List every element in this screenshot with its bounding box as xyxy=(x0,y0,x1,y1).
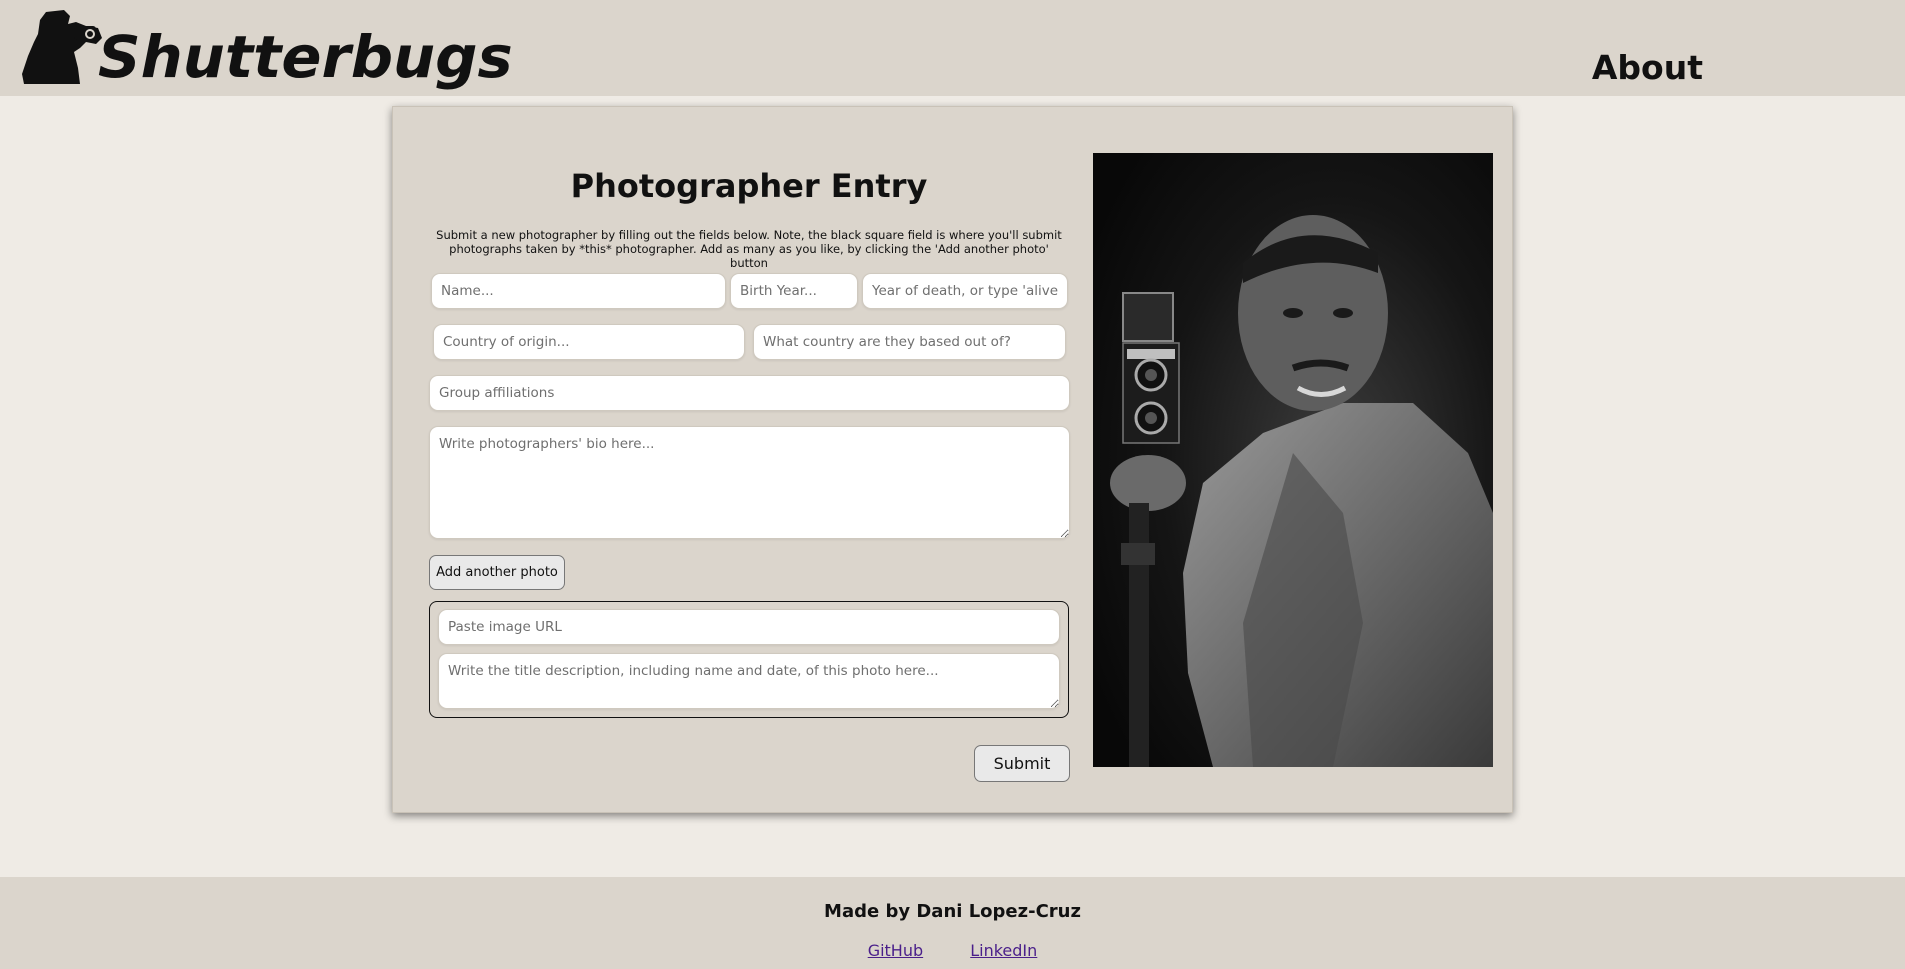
death-year-input[interactable] xyxy=(862,273,1068,309)
entry-form: Photographer Entry Submit a new photogra… xyxy=(429,107,1070,812)
footer-links: GitHub LinkedIn xyxy=(0,941,1905,960)
site-footer: Made by Dani Lopez-Cruz GitHub LinkedIn xyxy=(0,877,1905,969)
nav-about-link[interactable]: About xyxy=(1592,48,1703,87)
add-photo-button[interactable]: Add another photo xyxy=(429,555,565,590)
photographer-entry-card: Photographer Entry Submit a new photogra… xyxy=(392,106,1513,813)
name-input[interactable] xyxy=(431,273,726,309)
country-based-input[interactable] xyxy=(753,324,1066,360)
github-link[interactable]: GitHub xyxy=(868,941,923,960)
photo-entry-box xyxy=(429,601,1069,718)
submit-button[interactable]: Submit xyxy=(974,745,1070,782)
birth-year-input[interactable] xyxy=(730,273,858,309)
group-affiliations-input[interactable] xyxy=(429,375,1070,411)
bio-textarea[interactable] xyxy=(429,426,1070,539)
form-title: Photographer Entry xyxy=(570,167,928,205)
footer-credit: Made by Dani Lopez-Cruz xyxy=(824,901,1081,922)
form-instructions: Submit a new photographer by filling out… xyxy=(436,228,1062,270)
site-header: Shutterbugs About xyxy=(0,0,1905,96)
linkedin-link[interactable]: LinkedIn xyxy=(970,941,1037,960)
photo-description-textarea[interactable] xyxy=(438,653,1060,709)
country-origin-input[interactable] xyxy=(433,324,745,360)
photographer-silhouette-icon xyxy=(22,10,102,84)
brand-logo-text[interactable]: Shutterbugs xyxy=(98,22,513,92)
image-url-input[interactable] xyxy=(438,609,1060,645)
photographer-portrait-image xyxy=(1093,153,1493,767)
